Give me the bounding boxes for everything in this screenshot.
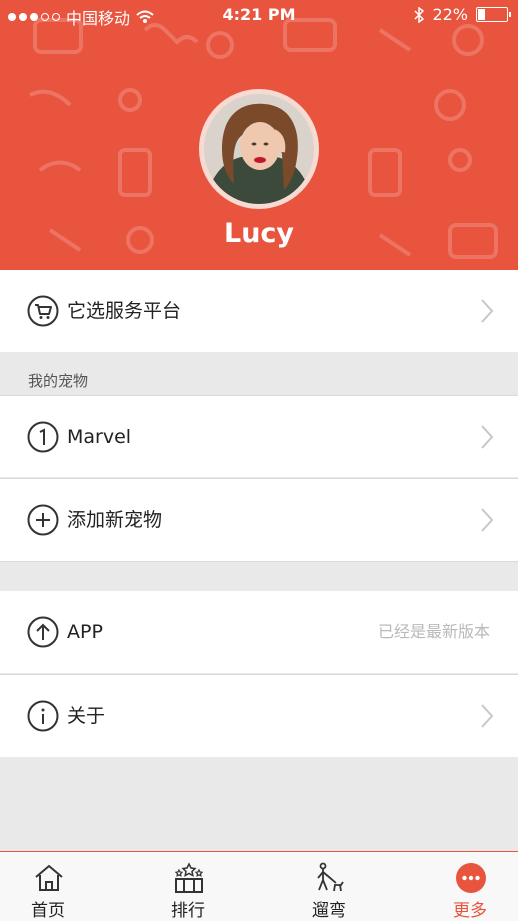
- app-version-status: 已经是最新版本: [377, 622, 490, 641]
- bottom-tab-bar: 首页 排行 遛弯 更多: [0, 851, 518, 921]
- pet-item-marvel[interactable]: Marvel: [0, 395, 518, 477]
- home-icon: [35, 864, 63, 891]
- chevron-right-icon: [481, 508, 494, 532]
- about-row[interactable]: 关于: [0, 675, 518, 757]
- arrow-up-circle-icon: [27, 616, 59, 648]
- walking-dog-icon: [317, 862, 344, 892]
- platform-label: 它选服务平台: [67, 300, 182, 322]
- more-icon: [456, 863, 486, 893]
- podium-icon: [174, 862, 204, 893]
- cart-icon: [27, 295, 59, 327]
- tab-more-label: 更多: [453, 901, 487, 921]
- divider: [0, 561, 518, 562]
- add-pet-label: 添加新宠物: [67, 509, 163, 531]
- about-label: 关于: [67, 705, 106, 727]
- info-icon: [27, 700, 59, 732]
- pet-name-label: Marvel: [67, 426, 132, 448]
- tab-ranking-label: 排行: [171, 901, 205, 921]
- tab-walk-label: 遛弯: [312, 901, 346, 921]
- chevron-right-icon: [481, 425, 494, 449]
- avatar-photo: [204, 94, 314, 204]
- battery-percent: 22%: [432, 5, 468, 24]
- add-pet-row[interactable]: 添加新宠物: [0, 479, 518, 561]
- chevron-right-icon: [481, 704, 494, 728]
- chevron-right-icon: [481, 299, 494, 323]
- profile-name: Lucy: [223, 218, 295, 249]
- plus-circle-icon: [27, 504, 59, 536]
- platform-row[interactable]: 它选服务平台: [0, 270, 518, 352]
- avatar[interactable]: [199, 89, 319, 209]
- number-one-icon: [27, 421, 59, 453]
- tab-more[interactable]: 更多: [425, 852, 515, 921]
- tab-home[interactable]: 首页: [3, 852, 93, 921]
- battery-icon: [476, 7, 511, 22]
- profile-header: 中国移动 4:21 PM 22% Lucy: [0, 0, 518, 270]
- app-update-row[interactable]: APP 已经是最新版本: [0, 591, 518, 673]
- tab-walk[interactable]: 遛弯: [284, 852, 374, 921]
- bluetooth-icon: [414, 6, 425, 23]
- app-label: APP: [67, 621, 103, 643]
- tab-ranking[interactable]: 排行: [143, 852, 233, 921]
- status-bar: 中国移动 4:21 PM 22%: [0, 0, 518, 30]
- my-pets-section-title: 我的宠物: [28, 372, 89, 390]
- tab-home-label: 首页: [31, 901, 65, 921]
